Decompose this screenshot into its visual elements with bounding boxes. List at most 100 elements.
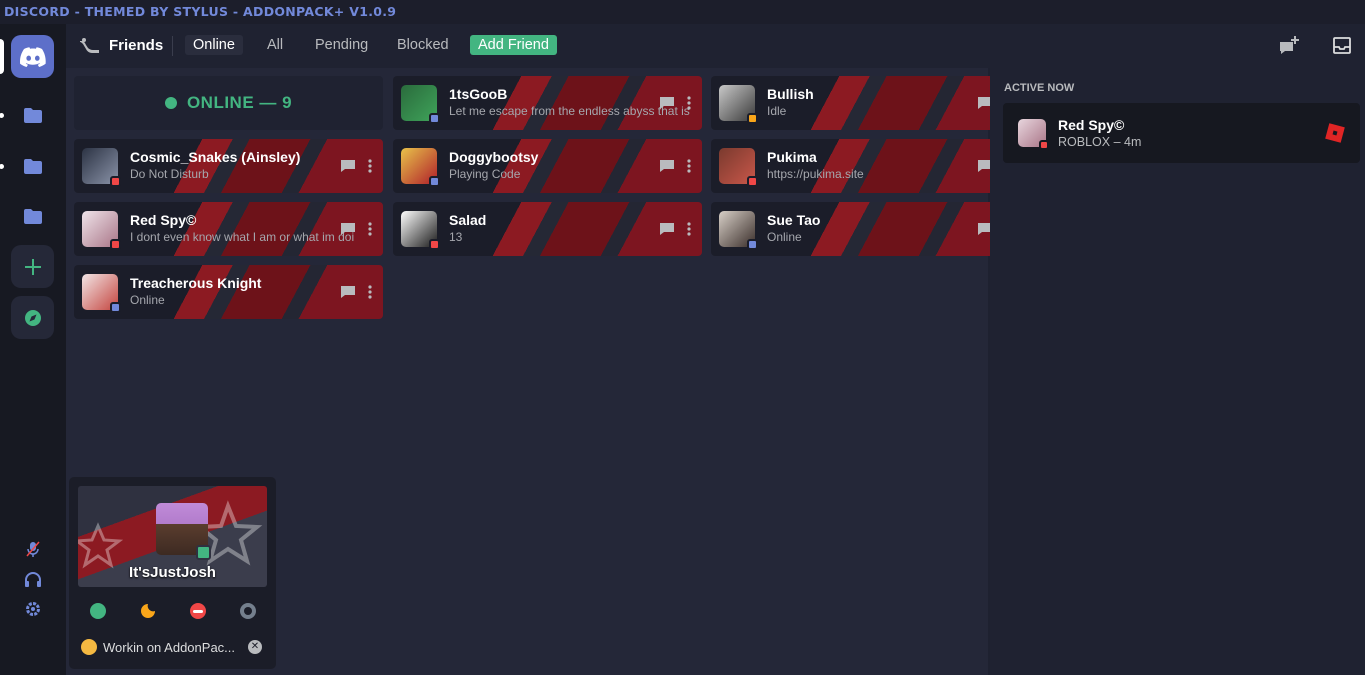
online-count-label: ONLINE — 9 bbox=[186, 93, 293, 112]
plus-icon bbox=[24, 258, 41, 275]
emoji-icon bbox=[81, 639, 97, 655]
user-popout: It'sJustJosh Workin on AddonPac... ✕ bbox=[69, 477, 276, 669]
unread-indicator bbox=[0, 164, 4, 169]
friend-name: Pukima bbox=[767, 149, 817, 165]
profile-status-indicator bbox=[196, 545, 211, 560]
status-indicator bbox=[110, 302, 121, 313]
friends-wave-icon bbox=[80, 37, 99, 53]
message-icon[interactable] bbox=[659, 158, 675, 174]
friend-status-text: https://pukima.site bbox=[767, 167, 864, 181]
active-activity: ROBLOX – 4m bbox=[1058, 135, 1142, 149]
friends-header: Friends bbox=[80, 37, 163, 54]
friend-row[interactable]: Doggybootsy Playing Code bbox=[393, 139, 702, 193]
compass-icon bbox=[24, 309, 41, 326]
divider bbox=[172, 36, 173, 56]
status-indicator bbox=[429, 176, 440, 187]
status-idle-button[interactable] bbox=[140, 603, 156, 619]
online-status-dot bbox=[164, 97, 177, 109]
status-indicator bbox=[747, 239, 758, 250]
clear-status-icon[interactable]: ✕ bbox=[248, 640, 262, 654]
friend-row[interactable]: 1tsGooB Let me escape from the endless ab… bbox=[393, 76, 702, 130]
status-indicator bbox=[429, 113, 440, 124]
friend-name: Cosmic_Snakes (Ainsley) bbox=[130, 149, 301, 165]
message-icon[interactable] bbox=[340, 221, 356, 237]
status-dnd-button[interactable] bbox=[190, 603, 206, 619]
status-indicator bbox=[747, 176, 758, 187]
server-folder-1[interactable] bbox=[11, 94, 54, 137]
tab-all[interactable]: All bbox=[259, 35, 291, 55]
friend-status-text: Online bbox=[130, 293, 165, 307]
tab-blocked[interactable]: Blocked bbox=[389, 35, 457, 55]
status-invisible-button[interactable] bbox=[240, 603, 256, 619]
friends-title: Friends bbox=[109, 37, 164, 54]
friend-status-text: Playing Code bbox=[449, 167, 521, 181]
new-group-dm-icon[interactable] bbox=[1279, 36, 1301, 61]
settings-gear-icon[interactable] bbox=[24, 600, 42, 618]
friend-name: Doggybootsy bbox=[449, 149, 539, 165]
add-friend-button[interactable]: Add Friend bbox=[470, 35, 557, 55]
folder-icon bbox=[23, 209, 42, 224]
more-options-icon[interactable] bbox=[362, 284, 378, 300]
status-online-button[interactable] bbox=[90, 603, 106, 619]
home-indicator bbox=[0, 39, 4, 74]
friend-row[interactable]: Bullish Idle bbox=[711, 76, 1020, 130]
status-indicator bbox=[429, 239, 440, 250]
active-now-title: ACTIVE NOW bbox=[1004, 82, 1075, 94]
status-indicator bbox=[110, 176, 121, 187]
window-titlebar: DISCORD - THEMED BY STYLUS - ADDONPACK+ … bbox=[0, 0, 1365, 24]
friend-row[interactable]: Salad 13 bbox=[393, 202, 702, 256]
friend-row[interactable]: Cosmic_Snakes (Ainsley) Do Not Disturb bbox=[74, 139, 383, 193]
more-options-icon[interactable] bbox=[681, 95, 697, 111]
message-icon[interactable] bbox=[659, 95, 675, 111]
headphones-icon[interactable] bbox=[24, 570, 42, 588]
server-folder-3[interactable] bbox=[11, 195, 54, 238]
friend-name: Red Spy© bbox=[130, 212, 197, 228]
friend-row[interactable]: Treacherous Knight Online bbox=[74, 265, 383, 319]
tab-online[interactable]: Online bbox=[185, 35, 243, 55]
active-now-card[interactable]: Red Spy© ROBLOX – 4m bbox=[1003, 103, 1360, 163]
friend-name: Treacherous Knight bbox=[130, 275, 262, 291]
friend-status-text: 13 bbox=[449, 230, 463, 244]
more-options-icon[interactable] bbox=[681, 221, 697, 237]
server-folder-2[interactable] bbox=[11, 145, 54, 188]
window-title: DISCORD - THEMED BY STYLUS - ADDONPACK+ … bbox=[4, 4, 397, 19]
mute-microphone-icon[interactable] bbox=[24, 540, 42, 558]
friend-name: Bullish bbox=[767, 86, 814, 102]
friend-status-text: Do Not Disturb bbox=[130, 167, 209, 181]
custom-status[interactable]: Workin on AddonPac... ✕ bbox=[81, 639, 262, 655]
message-icon[interactable] bbox=[659, 221, 675, 237]
message-icon[interactable] bbox=[340, 158, 356, 174]
friend-status-text: Let me escape from the endless abyss tha… bbox=[449, 104, 690, 118]
friend-name: Salad bbox=[449, 212, 487, 228]
message-icon[interactable] bbox=[340, 284, 356, 300]
status-indicator bbox=[110, 239, 121, 250]
folder-icon bbox=[23, 159, 42, 174]
add-server-button[interactable] bbox=[11, 245, 54, 288]
online-count-header: ONLINE — 9 bbox=[74, 76, 383, 130]
server-sidebar bbox=[0, 24, 66, 675]
profile-banner: It'sJustJosh bbox=[78, 486, 267, 587]
more-options-icon[interactable] bbox=[362, 158, 378, 174]
more-options-icon[interactable] bbox=[681, 158, 697, 174]
unread-indicator bbox=[0, 113, 4, 118]
friend-status-text: Idle bbox=[767, 104, 787, 118]
friends-topbar: Friends Online All Pending Blocked Add F… bbox=[66, 24, 1365, 68]
friend-status-text: I dont even know what I am or what im do… bbox=[130, 230, 355, 244]
friend-status-text: Online bbox=[767, 230, 802, 244]
tab-pending[interactable]: Pending bbox=[307, 35, 376, 55]
friend-row[interactable]: Sue Tao Online bbox=[711, 202, 1020, 256]
inbox-icon[interactable] bbox=[1333, 37, 1351, 59]
profile-username: It'sJustJosh bbox=[129, 564, 216, 581]
more-options-icon[interactable] bbox=[362, 221, 378, 237]
active-user-name: Red Spy© bbox=[1058, 117, 1125, 133]
friend-name: Sue Tao bbox=[767, 212, 821, 228]
friend-row[interactable]: Red Spy© I dont even know what I am or wh… bbox=[74, 202, 383, 256]
roblox-game-icon bbox=[1325, 123, 1345, 143]
active-now-panel: ACTIVE NOW Red Spy© ROBLOX – 4m bbox=[990, 68, 1365, 675]
home-button[interactable] bbox=[11, 35, 54, 78]
friend-row[interactable]: Pukima https://pukima.site bbox=[711, 139, 1020, 193]
custom-status-text: Workin on AddonPac... bbox=[103, 639, 236, 655]
status-indicator bbox=[1039, 140, 1049, 150]
explore-servers-button[interactable] bbox=[11, 296, 54, 339]
folder-icon bbox=[23, 108, 42, 123]
